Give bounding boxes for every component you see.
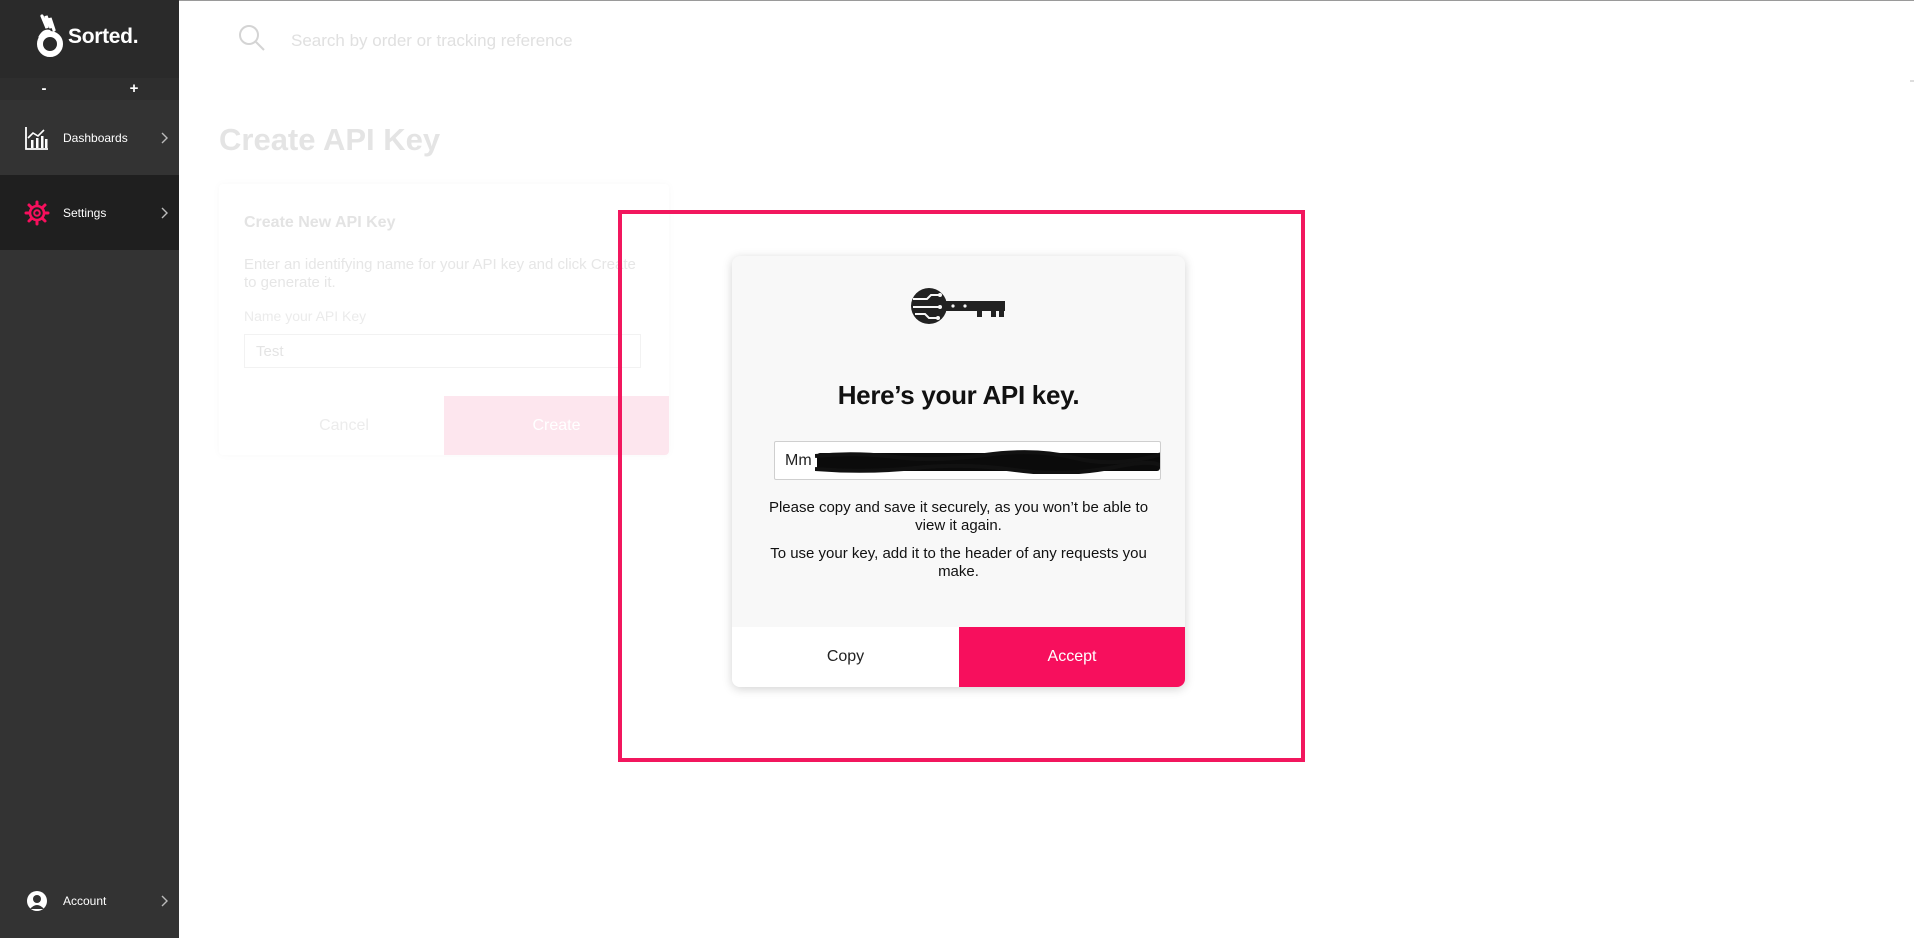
sidebar: Sorted. - + Dashboards Settings Account [0,0,179,938]
save-warning-text: Please copy and save it securely, as you… [768,499,1149,534]
chevron-right-icon [161,895,168,907]
redaction-scribble [815,450,1160,474]
sidebar-item-account[interactable]: Account [0,864,179,938]
usage-instructions-text: To use your key, add it to the header of… [770,545,1147,580]
search-input[interactable] [289,26,893,56]
api-key-name-label: Name your API Key [244,308,367,324]
card-title: Create New API Key [244,214,396,231]
logo-area: Sorted. [0,0,179,78]
zoom-controls: - + [0,78,179,100]
logo-text: Sorted. [68,25,139,48]
sidebar-item-label: Settings [63,205,107,220]
api-key-modal: Here’s your API key. Mm Please copy and … [732,256,1185,687]
search-icon[interactable] [238,24,266,52]
api-key-field[interactable]: Mm [774,441,1161,480]
sidebar-item-settings[interactable]: Settings [0,175,179,250]
api-key-name-input[interactable] [244,334,641,368]
sidebar-item-label: Account [63,894,107,908]
api-key-value: Mm [785,452,812,469]
modal-title: Here’s your API key. [837,380,1080,410]
zoom-in-button[interactable]: + [119,78,149,100]
chevron-right-icon [161,207,168,218]
top-border [0,0,1914,1]
page-title: Create API Key [219,122,441,157]
create-button[interactable]: Create [444,396,669,455]
card-description: Enter an identifying name for your API k… [244,256,636,291]
sorted-hand-icon [37,14,63,57]
sorted-logo[interactable]: Sorted. [36,14,139,60]
copy-button[interactable]: Copy [732,627,959,687]
key-icon [911,288,1005,324]
cancel-button[interactable]: Cancel [244,396,444,455]
user-icon [27,891,47,911]
chevron-right-icon [161,132,168,143]
scrollbar-hint [1910,80,1914,82]
sidebar-item-dashboards[interactable]: Dashboards [0,100,179,175]
create-api-key-card: Create New API Key Enter an identifying … [219,184,669,455]
bar-chart-icon [25,126,48,150]
sidebar-item-label: Dashboards [63,130,128,145]
zoom-out-button[interactable]: - [29,78,59,100]
accept-button[interactable]: Accept [959,627,1185,687]
gear-icon [24,200,50,225]
